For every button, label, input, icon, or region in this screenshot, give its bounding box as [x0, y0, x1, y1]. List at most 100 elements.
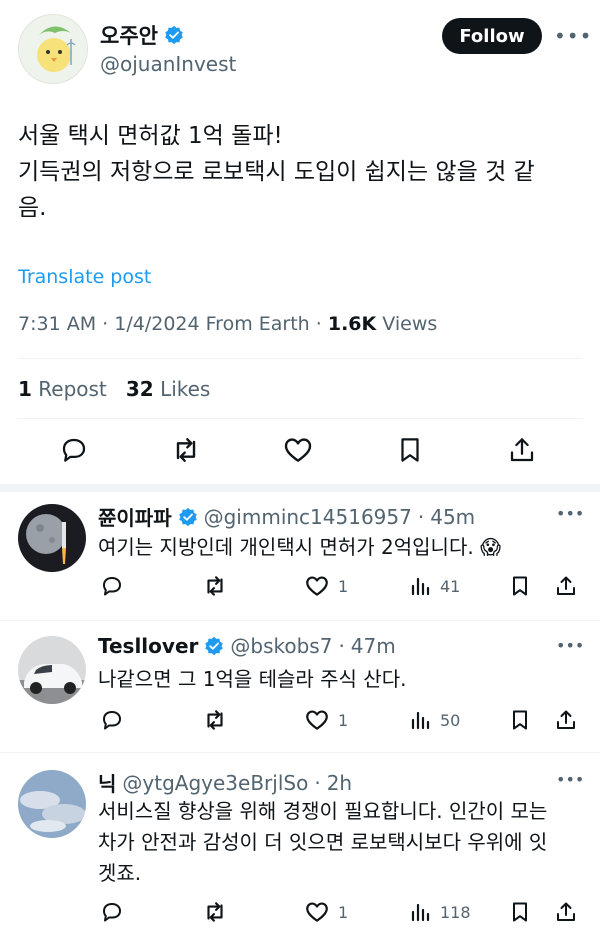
meta-separator: ·: [315, 313, 322, 335]
reply-action-bar: 1 50: [98, 706, 584, 734]
more-options-icon[interactable]: •••: [554, 24, 592, 48]
reply-author-name[interactable]: 닉: [98, 768, 116, 797]
bookmark-icon: [513, 902, 527, 922]
views-button[interactable]: 41: [408, 572, 460, 600]
reply-author-name[interactable]: Tesllover: [98, 634, 198, 658]
views-button[interactable]: 50: [408, 706, 460, 734]
reply-author-handle[interactable]: @gimminc14516957: [204, 505, 412, 529]
heart-icon: [306, 576, 328, 596]
repost-button[interactable]: [202, 572, 228, 600]
views-count: 118: [440, 902, 471, 922]
reply-action-bar: 1 41: [98, 572, 584, 600]
bookmark-button[interactable]: [394, 434, 426, 466]
views-count: 41: [440, 576, 461, 596]
reposts-label: Repost: [38, 377, 107, 401]
reply-author-handle[interactable]: @ytgAgye3eBrjlSo: [122, 771, 308, 795]
reply-text: 서비스질 향상을 위해 경쟁이 필요합니다. 인간이 모는 차가 안전과 감성이…: [98, 799, 548, 885]
tweet-text-line: 서울 택시 면허값 1억 돌파!: [18, 123, 283, 149]
bookmark-icon: [513, 576, 527, 596]
repost-icon: [176, 438, 196, 462]
tweet-meta: 7:31 AM · 1/4/2024 From Earth · 1.6K Vie…: [18, 313, 437, 335]
share-button[interactable]: [506, 434, 538, 466]
likes-label: Likes: [160, 377, 211, 401]
reply-author-name[interactable]: 쮼이파파: [98, 502, 172, 531]
reply-button[interactable]: [58, 434, 90, 466]
bookmark-button[interactable]: [508, 572, 532, 600]
screaming-face-emoji: 😱: [480, 535, 501, 559]
repost-button[interactable]: [170, 434, 202, 466]
heart-icon: [306, 710, 328, 730]
reposts-link[interactable]: 1 Repost: [18, 377, 107, 401]
rocket-launch-avatar-icon: [18, 504, 86, 572]
heart-icon: [306, 902, 328, 922]
reply-author-handle[interactable]: @bskobs7: [230, 634, 332, 658]
sky-clouds-avatar-icon: [18, 770, 86, 838]
avatar[interactable]: [18, 636, 86, 704]
bookmark-icon: [401, 438, 419, 462]
reply-icon: [103, 577, 121, 596]
like-button[interactable]: 1: [304, 706, 348, 734]
reply-button[interactable]: [100, 706, 124, 734]
tweet-source: From Earth: [205, 313, 310, 335]
share-button[interactable]: [554, 572, 578, 600]
repost-button[interactable]: [202, 706, 228, 734]
reply-tweet[interactable]: 쮼이파파 @gimminc14516957 · 45m ••• 여기는 지방인데…: [0, 492, 600, 620]
share-button[interactable]: [554, 706, 578, 734]
like-button[interactable]: [282, 434, 314, 466]
reply-time[interactable]: 47m: [351, 634, 396, 658]
white-car-avatar-icon: [18, 636, 86, 704]
tweet-author-header: 오주안 @ojuanInvest Follow •••: [18, 14, 591, 86]
share-icon: [557, 576, 575, 595]
more-options-icon[interactable]: •••: [556, 504, 584, 523]
avatar[interactable]: [18, 770, 86, 838]
follow-button[interactable]: Follow: [442, 18, 542, 54]
reply-button[interactable]: [100, 572, 124, 600]
avatar[interactable]: [18, 504, 86, 572]
avatar[interactable]: [18, 14, 88, 84]
reply-text: 여기는 지방인데 개인택시 면허가 2억입니다. 😱: [98, 532, 578, 563]
reply-icon: [103, 711, 121, 730]
tweet-date[interactable]: 1/4/2024: [114, 313, 199, 335]
reply-text: 나같으면 그 1억을 테슬라 주식 산다.: [98, 667, 407, 691]
like-count: 1: [338, 710, 349, 730]
views-button[interactable]: 118: [408, 898, 471, 926]
section-separator: [0, 484, 600, 492]
share-button[interactable]: [554, 898, 578, 926]
reply-action-bar: 1 118: [98, 898, 584, 926]
share-icon: [557, 902, 575, 921]
translate-post-link[interactable]: Translate post: [18, 266, 151, 288]
reply-button[interactable]: [100, 898, 124, 926]
divider: [18, 418, 582, 419]
verified-badge-icon: [165, 25, 183, 45]
repost-button[interactable]: [202, 898, 228, 926]
tweet-text-line: 기득권의 저항으로 로보택시 도입이 쉽지는 않을 것 같 음.: [18, 159, 535, 221]
bookmark-button[interactable]: [508, 898, 532, 926]
like-count: 1: [338, 902, 349, 922]
reply-tweet[interactable]: Tesllover @bskobs7 · 47m ••• 나같으면 그 1억을 …: [0, 622, 600, 752]
more-options-icon[interactable]: •••: [556, 636, 584, 655]
author-name-text[interactable]: 오주안: [100, 20, 158, 50]
likes-count: 32: [125, 377, 154, 401]
verified-badge-icon: [178, 507, 197, 526]
reply-header: 닉 @ytgAgye3eBrjlSo · 2h: [98, 768, 352, 797]
reply-tweet[interactable]: 닉 @ytgAgye3eBrjlSo · 2h ••• 서비스질 향상을 위해 …: [0, 754, 600, 938]
views-count: 50: [440, 710, 461, 730]
analytics-icon: [411, 903, 430, 922]
author-handle[interactable]: @ojuanInvest: [100, 52, 236, 76]
tweet-text: 서울 택시 면허값 1억 돌파! 기득권의 저항으로 로보택시 도입이 쉽지는 …: [18, 118, 578, 226]
repost-icon: [207, 710, 223, 730]
reply-time[interactable]: 2h: [327, 771, 352, 795]
tweet-time[interactable]: 7:31 AM: [18, 313, 96, 335]
reply-time[interactable]: 45m: [430, 505, 475, 529]
more-options-icon[interactable]: •••: [556, 770, 584, 789]
meta-separator: ·: [314, 770, 321, 795]
engagement-stats: 1 Repost 32 Likes: [18, 377, 210, 401]
likes-link[interactable]: 32 Likes: [126, 377, 211, 401]
share-icon: [510, 438, 534, 462]
author-name[interactable]: 오주안: [100, 20, 184, 50]
bookmark-button[interactable]: [508, 706, 532, 734]
like-button[interactable]: 1: [304, 898, 348, 926]
reply-header: 쮼이파파 @gimminc14516957 · 45m: [98, 502, 475, 531]
like-button[interactable]: 1: [304, 572, 348, 600]
analytics-icon: [411, 577, 430, 596]
